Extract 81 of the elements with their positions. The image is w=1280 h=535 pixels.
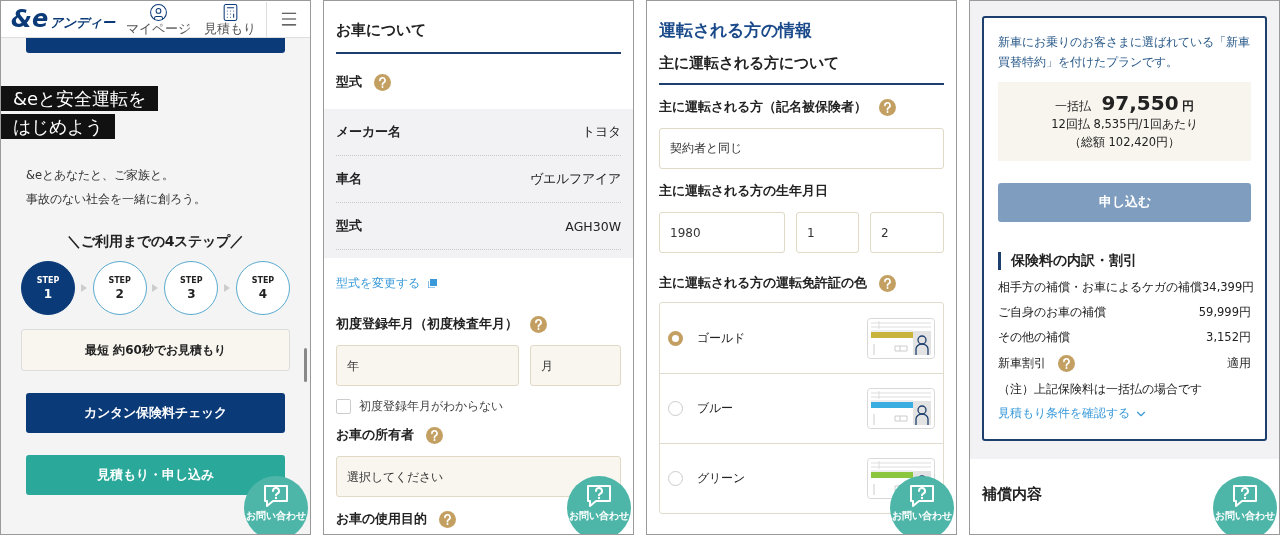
- user-icon: [148, 3, 168, 22]
- step-circle: STEP 1: [21, 261, 75, 315]
- date-field[interactable]: 月: [529, 345, 621, 386]
- help-icon[interactable]: [439, 511, 456, 528]
- total-text: （総額 102,420円）: [1068, 134, 1181, 151]
- spec-value: AGH30W: [565, 218, 621, 234]
- installment-text: 12回払 8,535円/1回あたり: [1051, 116, 1198, 133]
- price-unit: 円: [1181, 98, 1194, 115]
- speech-bubble-icon: [1232, 484, 1258, 508]
- checkbox-label[interactable]: 初度登録年月がわからない: [359, 398, 503, 415]
- logo-mark[interactable]: &e: [11, 6, 49, 31]
- breakdown-value: 59,999円: [1198, 305, 1251, 320]
- section-title: 主に運転される方について: [659, 42, 944, 85]
- breakdown-label: その他の補償: [998, 330, 1070, 345]
- steps-title: ＼ご利用までの4ステップ／: [65, 233, 246, 251]
- field-label: 型式: [336, 74, 362, 91]
- spec-label: 車名: [336, 170, 362, 188]
- breakdown-value: 34,399円: [1202, 280, 1255, 295]
- person-icon: [913, 401, 931, 426]
- speech-bubble-icon: [909, 484, 935, 508]
- breakdown-label: 相手方の補償・お車によるケガの補償: [998, 280, 1202, 295]
- section-title: 補償内容: [982, 486, 1042, 502]
- spec-value: ヴエルフアイア: [530, 170, 621, 188]
- spec-label: メーカー名: [336, 123, 401, 141]
- breakdown-label: 新車割引: [998, 356, 1046, 371]
- checkbox[interactable]: [336, 399, 351, 414]
- plan-description: 新車にお乗りのお客さまに選ばれている「新車買替特約」を付けたプランです。: [998, 34, 1251, 71]
- arrow-icon: [152, 284, 159, 292]
- help-icon[interactable]: [530, 316, 547, 333]
- select-field[interactable]: 選択してください: [336, 456, 621, 497]
- breakdown-value: 適用: [1227, 356, 1251, 371]
- note-text: （注）上記保険料は一括払の場合です: [998, 382, 1203, 397]
- field-label: お車の所有者: [336, 427, 414, 444]
- intro-text: &eとあなたと、ご家族と。 事故のない社会を一緒に創ろう。: [26, 167, 207, 208]
- step-note: 最短 約60秒でお見積もり: [21, 329, 290, 371]
- arrow-icon: [224, 284, 231, 292]
- breakdown-value: 3,152円: [1206, 330, 1251, 345]
- date-field[interactable]: 1: [795, 212, 860, 253]
- speech-bubble-icon: [263, 484, 289, 508]
- payment-label: 一括払: [1055, 98, 1092, 115]
- help-icon[interactable]: [374, 74, 391, 91]
- radio-button[interactable]: [668, 401, 683, 416]
- external-link-icon: [428, 279, 437, 288]
- date-field[interactable]: 1980: [659, 212, 785, 253]
- radio-button[interactable]: [668, 330, 683, 346]
- action-button[interactable]: カンタン保険料チェック: [26, 393, 285, 433]
- price-amount: 97,550: [1101, 94, 1179, 112]
- headline: &eと安全運転を: [1, 86, 159, 111]
- field-label: お車の使用目的: [336, 511, 427, 528]
- option-label[interactable]: グリーン: [697, 470, 867, 487]
- help-icon[interactable]: [426, 427, 443, 444]
- section-title: 保険料の内訳・割引: [998, 252, 1251, 270]
- breakdown-label: ご自身のお車の補償: [998, 305, 1106, 320]
- field-label: 主に運転される方の運転免許証の色: [659, 275, 867, 292]
- spec-label: 型式: [336, 217, 362, 235]
- step-circle: STEP 4: [235, 261, 290, 315]
- field-label: 初度登録年月（初度検査年月）: [336, 316, 518, 333]
- date-field[interactable]: 年: [336, 345, 519, 386]
- step-circle: STEP 2: [92, 261, 147, 315]
- option-label[interactable]: ゴールド: [697, 329, 867, 347]
- radio-button[interactable]: [668, 471, 683, 486]
- section-title: お車について: [336, 1, 621, 54]
- nav-link[interactable]: 見積もり: [194, 3, 266, 35]
- field-label: 主に運転される方の生年月日: [659, 183, 828, 200]
- headline: はじめよう: [1, 114, 115, 139]
- help-icon[interactable]: [879, 275, 896, 292]
- help-icon[interactable]: [1058, 355, 1075, 372]
- date-field[interactable]: 2: [870, 212, 944, 253]
- logo-name[interactable]: アンディー: [50, 13, 116, 32]
- nav-link[interactable]: マイページ: [122, 3, 194, 35]
- help-icon[interactable]: [879, 99, 896, 116]
- page-title: 運転される方の情報: [659, 19, 813, 42]
- speech-bubble-icon: [586, 484, 612, 508]
- person-icon: [913, 330, 931, 356]
- select-field[interactable]: 契約者と同じ: [659, 128, 944, 169]
- scrollbar: [304, 348, 307, 382]
- field-label: 主に運転される方（記名被保険者）: [659, 99, 867, 116]
- arrow-icon: [80, 284, 87, 292]
- step-circle: STEP 3: [164, 261, 219, 315]
- spec-value: トヨタ: [582, 123, 621, 141]
- option-label[interactable]: ブルー: [697, 400, 867, 417]
